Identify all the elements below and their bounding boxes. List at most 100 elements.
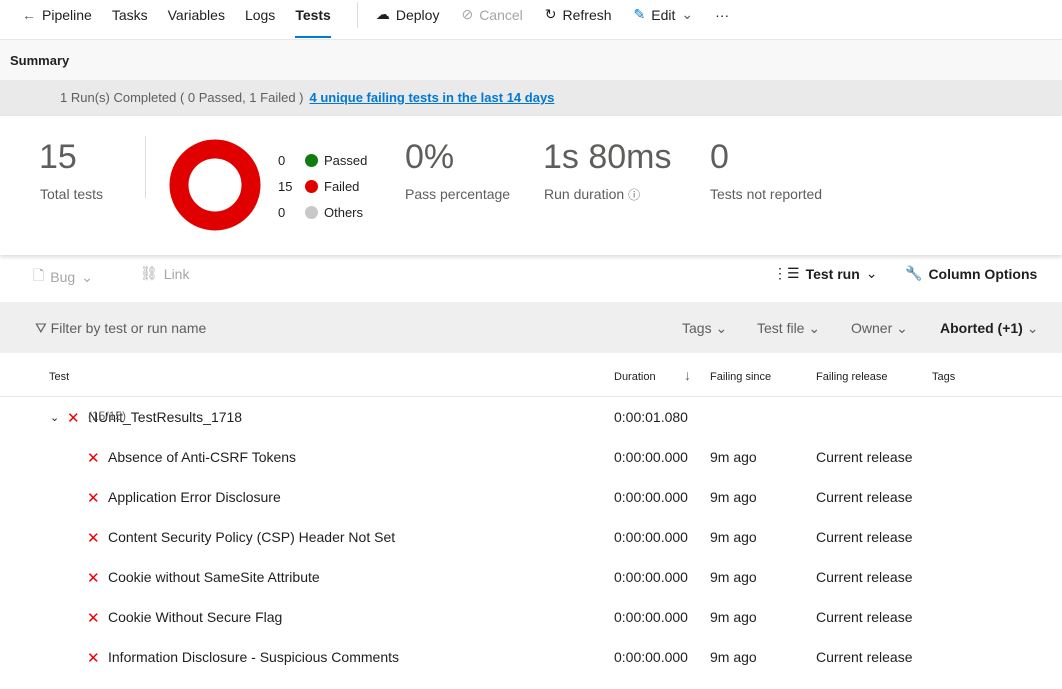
group-row[interactable]: ⌄ ✕ NUnit_TestResults_1718 (15/15) 0:00:… (0, 409, 1062, 449)
group-duration: 0:00:01.080 (614, 409, 688, 425)
table-row[interactable]: ✕ Absence of Anti-CSRF Tokens 0:00:00.00… (0, 449, 1062, 489)
table-row[interactable]: ✕ Cookie Without Secure Flag 0:00:00.000… (0, 609, 1062, 649)
failing-since: 9m ago (710, 489, 757, 505)
link-label: Link (163, 265, 190, 282)
summary-card: 15 Total tests 0 Passed 15 Failed 0 Others … (0, 116, 1062, 255)
edit-button[interactable]: ✎ Edit ⌄ (634, 6, 694, 33)
failing-since: 9m ago (710, 569, 757, 585)
run-duration-label: Run duration ⓘ (544, 186, 640, 203)
test-run-dropdown[interactable]: ⋮☰ Test run ⌄ (773, 265, 878, 282)
filter-placeholder: Filter by test or run name (50, 320, 207, 336)
legend-count: 0 (278, 153, 286, 168)
not-reported-value: 0 (710, 138, 729, 176)
outcome-donut-chart (169, 139, 261, 231)
filter-icon: ⛛ (35, 320, 47, 336)
header-divider (0, 396, 1062, 397)
col-test[interactable]: Test (49, 371, 69, 383)
divider (356, 1, 358, 28)
test-name: Absence of Anti-CSRF Tokens (108, 449, 297, 465)
pass-percentage-label: Pass percentage (405, 186, 511, 202)
test-name: Content Security Policy (CSP) Header Not… (108, 529, 396, 545)
tab-label: Pipeline (42, 6, 92, 23)
not-reported-label: Tests not reported (710, 186, 823, 202)
col-duration[interactable]: Duration (614, 371, 656, 383)
group-list-icon: ⋮☰ (773, 265, 800, 281)
bug-file-icon: 🗋 (33, 267, 45, 283)
chevron-down-icon: ⌄ (81, 268, 93, 285)
test-duration: 0:00:00.000 (614, 569, 688, 585)
tab-tests[interactable]: Tests (295, 0, 331, 40)
run-duration-value: 1s 80ms (543, 138, 672, 176)
failed-x-icon: ✕ (87, 610, 100, 627)
others-dot-icon (305, 206, 318, 219)
refresh-icon: ↻ (544, 6, 557, 22)
failing-tests-link[interactable]: 4 unique failing tests in the last 14 da… (310, 90, 555, 105)
cancel-icon: ⊘ (461, 6, 474, 22)
table-row[interactable]: ✕ Cookie without SameSite Attribute 0:00… (0, 569, 1062, 609)
table-row[interactable]: ✕ Information Disclosure - Suspicious Co… (0, 649, 1062, 689)
col-failing-release[interactable]: Failing release (816, 371, 888, 383)
table-row[interactable]: ✕ Content Security Policy (CSP) Header N… (0, 529, 1062, 569)
failing-since: 9m ago (710, 449, 757, 465)
failing-release: Current release (816, 609, 913, 625)
col-tags[interactable]: Tags (932, 371, 955, 383)
test-name: Application Error Disclosure (108, 489, 281, 505)
tab-pipeline[interactable]: ← Pipeline (22, 0, 92, 40)
test-file-filter[interactable]: Test file ⌄ (757, 320, 820, 337)
bug-button[interactable]: 🗋 Bug ⌄ (33, 265, 93, 289)
owner-filter[interactable]: Owner ⌄ (851, 320, 908, 337)
top-nav: ← Pipeline Tasks Variables Logs Tests ☁ De… (0, 0, 1062, 40)
bug-label: Bug (50, 269, 76, 285)
summary-title: Summary (10, 53, 70, 68)
chevron-down-icon[interactable]: ⌄ (50, 411, 59, 424)
test-duration: 0:00:00.000 (614, 489, 688, 505)
tab-variables[interactable]: Variables (168, 0, 225, 40)
back-arrow-icon[interactable]: ← (22, 0, 36, 30)
legend-passed: 0 Passed (278, 153, 367, 168)
link-button[interactable]: ⛓ Link (140, 265, 189, 282)
run-status-text: 1 Run(s) Completed ( 0 Passed, 1 Failed … (60, 90, 304, 105)
outcome-filter[interactable]: Aborted (+1) ⌄ (940, 320, 1038, 337)
test-duration: 0:00:00.000 (614, 529, 688, 545)
sort-descending-icon[interactable]: ↓ (684, 367, 691, 383)
run-status-bar: 1 Run(s) Completed ( 0 Passed, 1 Failed … (0, 80, 1062, 116)
deploy-button[interactable]: ☁ Deploy (376, 6, 440, 33)
test-name: Cookie Without Secure Flag (108, 609, 283, 625)
outcome-label: Aborted (+1) (940, 320, 1023, 336)
failing-since: 9m ago (710, 609, 757, 625)
legend-label: Others (324, 205, 364, 220)
cancel-button[interactable]: ⊘ Cancel (461, 6, 522, 33)
pencil-icon: ✎ (633, 6, 646, 22)
tab-logs[interactable]: Logs (245, 0, 275, 40)
owner-label: Owner (851, 320, 893, 336)
test-file-label: Test file (757, 320, 805, 336)
link-icon: ⛓ (140, 265, 158, 281)
tags-label: Tags (682, 320, 712, 336)
table-row[interactable]: ✕ Application Error Disclosure 0:00:00.0… (0, 489, 1062, 529)
failing-release: Current release (816, 569, 913, 585)
failed-x-icon: ✕ (67, 410, 80, 427)
divider (145, 136, 146, 198)
tags-filter[interactable]: Tags ⌄ (682, 320, 727, 337)
column-options-button[interactable]: 🔧 Column Options (905, 265, 1037, 282)
legend-count: 15 (278, 179, 293, 194)
failed-x-icon: ✕ (87, 490, 100, 507)
test-name: Cookie without SameSite Attribute (108, 569, 320, 585)
legend-count: 0 (278, 205, 286, 220)
deploy-label: Deploy (395, 6, 440, 23)
wrench-icon: 🔧 (905, 265, 923, 281)
cloud-icon: ☁ (375, 6, 390, 22)
failed-x-icon: ✕ (87, 650, 100, 667)
cancel-label: Cancel (479, 6, 523, 23)
chevron-down-icon: ⌄ (865, 265, 878, 281)
group-count: (15/15) (88, 409, 127, 423)
legend-label: Passed (324, 153, 368, 168)
refresh-button[interactable]: ↻ Refresh (545, 6, 612, 33)
failed-dot-icon (305, 180, 318, 193)
test-duration: 0:00:00.000 (614, 609, 688, 625)
more-button[interactable]: ··· (715, 7, 729, 33)
col-failing-since[interactable]: Failing since (710, 371, 771, 383)
tab-tasks[interactable]: Tasks (112, 0, 148, 40)
info-icon[interactable]: ⓘ (628, 188, 640, 202)
filter-input[interactable]: ⛛ Filter by test or run name (35, 320, 206, 337)
